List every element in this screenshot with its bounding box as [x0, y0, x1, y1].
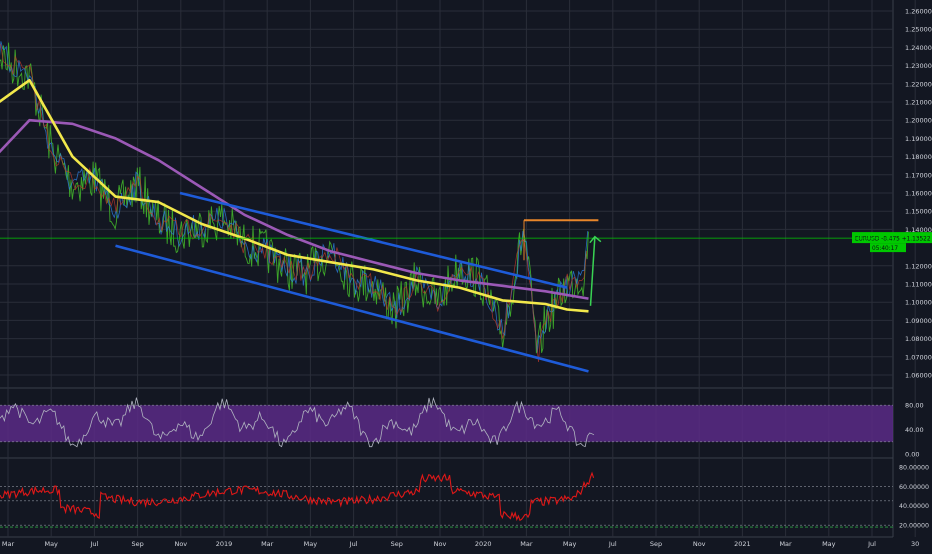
- osc-tick-label: 80.00000: [899, 464, 929, 471]
- time-tick-label: Jul: [349, 540, 358, 548]
- osc-tick-label: 40.00000: [899, 503, 929, 510]
- rsi-tick-label: 40.00: [905, 426, 924, 434]
- rsi-tick-label: 80.00: [905, 402, 924, 410]
- time-tick-label: Mar: [520, 540, 533, 548]
- price-tick-label: 1.08000: [905, 335, 932, 343]
- price-tick-label: 1.25000: [905, 26, 932, 34]
- price-tick-label: 1.23000: [905, 62, 932, 70]
- price-tick-label: 1.24000: [905, 44, 932, 52]
- price-tick-label: 1.15000: [905, 208, 932, 216]
- countdown-text: 05:40:17: [872, 246, 898, 252]
- time-tick-label: May: [44, 540, 58, 548]
- time-tick-label: Nov: [174, 540, 187, 548]
- chart-svg: Mar May Jul Sep Nov 2019 Mar May Jul Sep Nov 2020 Ma…: [0, 0, 932, 550]
- rsi-tick-label: 0.00: [905, 451, 919, 459]
- time-tick-label: 2021: [734, 540, 751, 548]
- price-tick-label: 1.06000: [905, 372, 932, 380]
- rsi-band: [0, 405, 893, 442]
- price-tick-label: 1.21000: [905, 99, 932, 107]
- price-tick-label: 1.10000: [905, 299, 932, 307]
- time-tick-label: Jul: [867, 540, 876, 548]
- time-tick-label: Jul: [608, 540, 617, 548]
- time-tick-label: 2019: [216, 540, 233, 548]
- osc-tick-label: 20.00000: [899, 523, 929, 530]
- time-tick-label: Mar: [2, 540, 15, 548]
- time-tick-label: Mar: [779, 540, 792, 548]
- time-tick-label: Sep: [391, 540, 403, 548]
- time-tick-label: 2020: [475, 540, 492, 548]
- time-tick-label: May: [304, 540, 318, 548]
- time-tick-label: May: [822, 540, 836, 548]
- price-tick-label: 1.16000: [905, 190, 932, 198]
- price-badge-text: EURUSD -8.475 +1.13522: [855, 237, 931, 243]
- price-tick-label: 1.20000: [905, 117, 932, 125]
- time-tick-label: Jul: [89, 540, 98, 548]
- osc-tick-label: 60.00000: [899, 484, 929, 491]
- price-tick-label: 1.09000: [905, 317, 932, 325]
- price-tick-label: 1.18000: [905, 153, 932, 161]
- time-tick-label: Mar: [261, 540, 274, 548]
- price-tick-label: 1.19000: [905, 135, 932, 143]
- price-tick-label: 1.12000: [905, 262, 932, 270]
- price-tick-label: 1.26000: [905, 8, 932, 16]
- price-tick-label: 1.22000: [905, 80, 932, 88]
- price-tick-label: 1.07000: [905, 353, 932, 361]
- price-tick-label: 1.11000: [905, 281, 932, 289]
- time-tick-label: Sep: [131, 540, 143, 548]
- time-tick-label: May: [563, 540, 577, 548]
- time-tick-label: 30: [911, 540, 919, 548]
- price-tick-label: 1.17000: [905, 171, 932, 179]
- time-tick-label: Nov: [434, 540, 447, 548]
- time-tick-label: Sep: [650, 540, 662, 548]
- time-tick-label: Nov: [693, 540, 706, 548]
- chart-root: Mar May Jul Sep Nov 2019 Mar May Jul Sep Nov 2020 Ma…: [0, 0, 932, 550]
